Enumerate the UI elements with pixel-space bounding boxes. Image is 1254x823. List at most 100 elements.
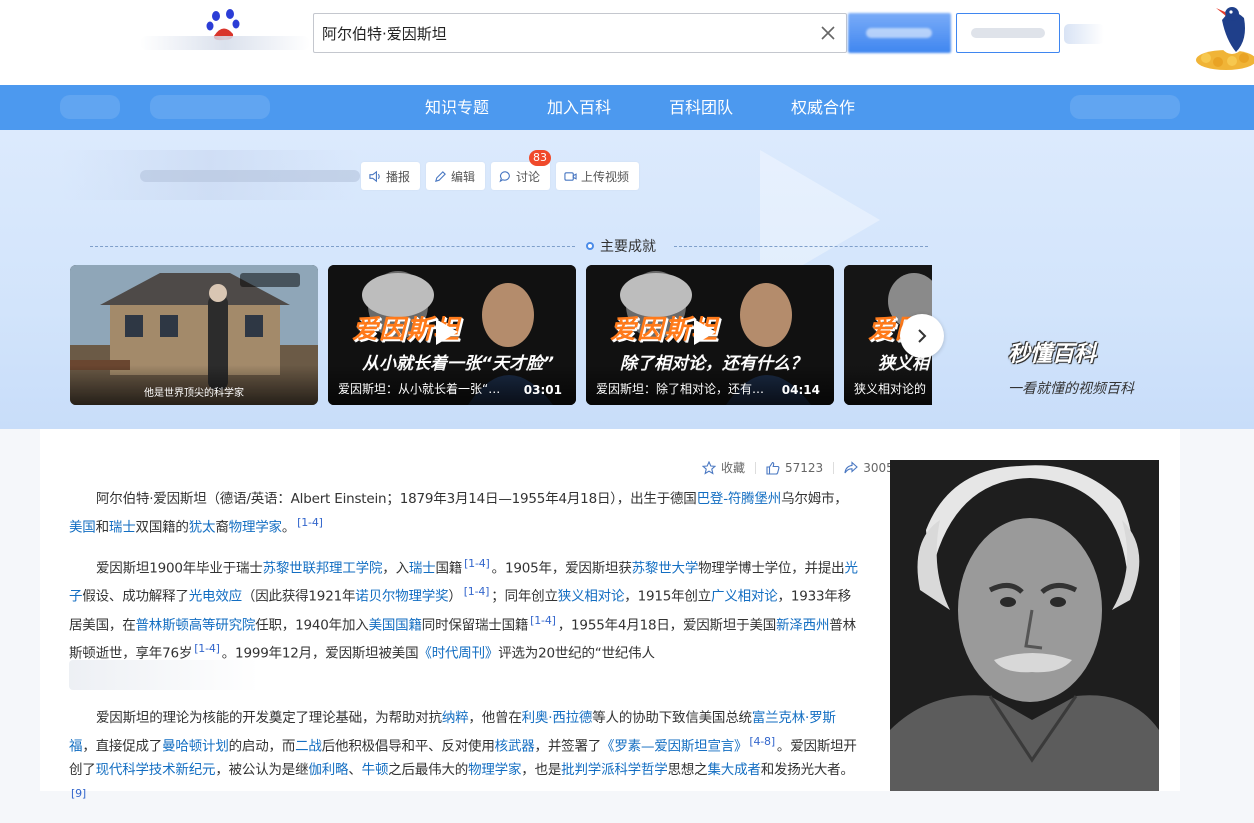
article-link[interactable]: 苏黎世联邦理工学院 [263, 560, 383, 576]
article-text-run: 同时保留瑞士国籍 [421, 617, 529, 633]
article-text-run: 任职，1940年加入 [255, 617, 369, 633]
section-title: 主要成就 [586, 236, 656, 256]
article-link[interactable]: 光电效应 [189, 589, 242, 605]
article-link[interactable]: 新泽西州 [776, 617, 829, 633]
search-clear-icon[interactable] [818, 23, 838, 43]
reference-marker[interactable]: [1-4] [194, 642, 220, 655]
share-icon [844, 460, 859, 473]
article-link[interactable]: 物理学家 [468, 762, 521, 778]
video-banner: 播报 编辑 讨论 83 上传视频 主要成就 他是世界顶尖的科学家 爱因斯坦 从小… [0, 130, 1254, 429]
article-link[interactable]: 利奥·西拉德 [522, 710, 593, 726]
nav-item-topics[interactable]: 知识专题 [410, 85, 504, 130]
reference-marker[interactable]: [4-8] [749, 735, 775, 748]
article-text-run: 之后最伟大的 [388, 762, 469, 778]
broadcast-label: 播报 [386, 169, 411, 184]
article-text-run: 。 [281, 519, 296, 536]
collect-label: 收藏 [721, 461, 746, 475]
reference-marker[interactable]: [9] [71, 787, 86, 800]
header-blur [1064, 24, 1104, 44]
article-text-run: 阿尔伯特·爱因斯坦（德语/英语：Albert Einstein；1879年3月1… [96, 491, 697, 507]
title-blur [140, 170, 360, 182]
article-link[interactable]: 现代科学技术新纪元 [96, 762, 216, 778]
article-link[interactable]: 牛顿 [362, 762, 389, 778]
article-text-run: 、 [348, 762, 362, 778]
article-link[interactable]: 瑞士 [109, 520, 136, 536]
video-card[interactable]: 爱因斯坦 从小就长着一张“天才脸” 爱因斯坦：从小就长着一张“天… 03:01 [328, 265, 576, 405]
article-link[interactable]: 《时代周刊》 [418, 646, 498, 662]
logo-blur [140, 36, 310, 50]
search-button[interactable] [848, 13, 951, 53]
reference-marker[interactable]: [1-4] [530, 614, 556, 627]
article-text-run: 假设、成功解释了 [82, 588, 189, 605]
play-icon[interactable] [436, 319, 458, 345]
article-text-run: ，直接促成了 [82, 738, 163, 754]
article-link[interactable]: 美国国籍 [369, 617, 422, 633]
nav-items: 知识专题 加入百科 百科团队 权威合作 [410, 85, 874, 130]
article-link[interactable]: 瑞士 [409, 560, 436, 576]
like-button[interactable]: 57123 [766, 461, 823, 475]
article-link[interactable]: 苏黎世大学 [632, 560, 699, 576]
article-link[interactable]: 集大成者 [707, 762, 760, 778]
article-text-run: 的启动，而 [228, 738, 296, 754]
search-box[interactable] [313, 13, 847, 53]
article-text-run: 乌尔姆市， [781, 491, 848, 507]
reference-marker[interactable]: [1-4] [464, 557, 490, 570]
video-carousel: 他是世界顶尖的科学家 爱因斯坦 从小就长着一张“天才脸” 爱因斯坦：从小就长着一… [70, 265, 932, 405]
article-content: 收藏 57123 3005 阿尔伯特·爱因斯坦（德语/英语：Albert Ein… [40, 429, 1180, 800]
article-text-run: ，1915年创立 [624, 588, 712, 605]
article-text-run: 等人的协助下致信美国总统 [592, 709, 752, 726]
article-text-run: 爱因斯坦1900年毕业于瑞士 [96, 560, 263, 576]
nav-item-team[interactable]: 百科团队 [654, 85, 748, 130]
article-paragraph: 阿尔伯特·爱因斯坦（德语/英语：Albert Einstein；1879年3月1… [69, 487, 859, 540]
article-text-run: 和 [95, 519, 110, 536]
article-link[interactable]: 曼哈顿计划 [162, 738, 229, 754]
article-link[interactable]: 物理学家 [229, 520, 282, 536]
speaker-icon [369, 170, 380, 182]
discuss-count-badge: 83 [529, 150, 552, 166]
article-text-run: 思想之 [667, 762, 708, 778]
nav-blur [150, 95, 270, 119]
edit-button[interactable]: 编辑 [426, 162, 486, 190]
reference-marker[interactable]: [1-4] [297, 516, 323, 529]
video-card[interactable]: 爱因斯坦 除了相对论，还有什么？ 爱因斯坦：除了相对论，还有什… 04:14 [586, 265, 834, 405]
article-link[interactable]: 美国 [69, 520, 96, 536]
article-link[interactable]: 巴登-符腾堡州 [697, 491, 782, 507]
article-link[interactable]: 普林斯顿高等研究院 [136, 617, 256, 633]
article-text-run: 后他积极倡导和平、反对使用 [321, 738, 495, 754]
article-text-run: 物理学博士学位，并提出 [698, 560, 845, 576]
carousel-next-button[interactable] [900, 314, 944, 358]
discuss-button[interactable]: 讨论 83 [491, 150, 552, 190]
article-link[interactable]: 广义相对论 [711, 589, 778, 605]
search-input[interactable] [322, 14, 816, 52]
article-link[interactable]: 批判学派科学哲学 [561, 762, 668, 778]
play-icon[interactable] [694, 319, 716, 345]
section-divider [90, 246, 575, 247]
top-header [0, 0, 1254, 85]
article-link[interactable]: 诺贝尔物理学奖 [355, 589, 448, 605]
share-button[interactable]: 3005 [844, 461, 894, 475]
article-link[interactable]: 《罗素—爱因斯坦宣言》 [601, 738, 748, 754]
article-link[interactable]: 犹太 [189, 520, 216, 536]
article-text-run: 。1905年，爱因斯坦获 [491, 560, 632, 576]
broadcast-button[interactable]: 播报 [361, 162, 421, 190]
section-divider [674, 246, 928, 247]
mascot-bird-icon [1196, 7, 1254, 70]
video-card[interactable]: 他是世界顶尖的科学家 [70, 265, 318, 405]
reference-marker[interactable]: [1-4] [464, 585, 490, 598]
einstein-portrait[interactable] [890, 460, 1159, 791]
nav-item-join[interactable]: 加入百科 [532, 85, 626, 130]
collect-button[interactable]: 收藏 [702, 459, 745, 476]
edit-label: 编辑 [451, 169, 476, 184]
article-link[interactable]: 二战 [295, 738, 322, 754]
article-link[interactable]: 伽利略 [308, 762, 348, 778]
video-icon [564, 171, 577, 181]
nav-item-cooperation[interactable]: 权威合作 [776, 85, 870, 130]
article-text-run: 和发扬光大者。 [760, 762, 854, 778]
article-link[interactable]: 狭义相对论 [558, 589, 625, 605]
article-link[interactable]: 核武器 [495, 738, 535, 754]
meta-divider [833, 461, 835, 474]
article-link[interactable]: 纳粹 [442, 710, 469, 726]
video-caption: 爱因斯坦：除了相对论，还有什… [596, 382, 766, 396]
enter-baike-button[interactable] [956, 13, 1060, 53]
upload-video-button[interactable]: 上传视频 [556, 162, 640, 190]
